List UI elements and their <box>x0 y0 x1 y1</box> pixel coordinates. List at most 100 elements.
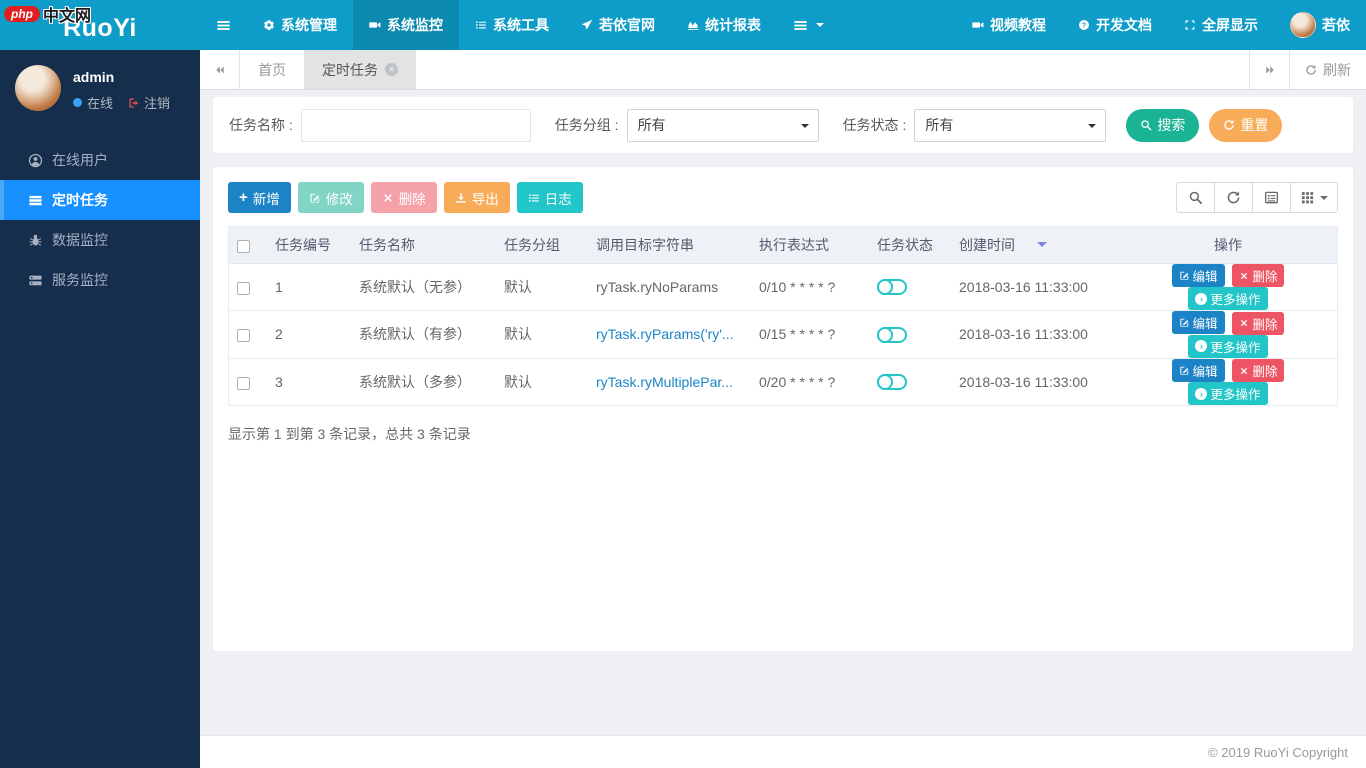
table-row: 3 系统默认（多参） 默认 ryTask.ryMultiplePar... 0/… <box>229 358 1337 405</box>
task-name-input[interactable] <box>301 109 531 142</box>
nav-system-manage[interactable]: 系统管理 <box>247 0 353 50</box>
row-more-button[interactable]: ›更多操作 <box>1188 382 1267 405</box>
video-camera-icon <box>972 19 984 31</box>
row-delete-button[interactable]: 删除 <box>1232 359 1284 382</box>
row-delete-button[interactable]: 删除 <box>1232 312 1284 335</box>
tasks-table: 任务编号 任务名称 任务分组 调用目标字符串 执行表达式 任务状态 创建时间 操… <box>228 226 1338 406</box>
nav-dev-docs[interactable]: ? 开发文档 <box>1062 0 1168 50</box>
refresh-tab-button[interactable]: 刷新 <box>1289 50 1366 89</box>
arrow-circle-right-icon: › <box>1195 340 1207 352</box>
logout-link[interactable]: 注销 <box>128 93 170 112</box>
create-time: 2018-03-16 11:33:00 <box>951 358 1119 405</box>
delete-button[interactable]: 删除 <box>371 182 437 213</box>
edit-button[interactable]: 修改 <box>298 182 364 213</box>
col-task-group: 任务分组 <box>496 227 588 263</box>
col-task-status: 任务状态 <box>869 227 951 263</box>
refresh-icon <box>1223 119 1235 131</box>
row-delete-button[interactable]: 删除 <box>1232 264 1284 287</box>
select-all-checkbox[interactable] <box>237 240 250 253</box>
table-header-row: 任务编号 任务名称 任务分组 调用目标字符串 执行表达式 任务状态 创建时间 操… <box>229 227 1337 263</box>
col-create-time[interactable]: 创建时间 <box>951 227 1119 263</box>
user-nickname: 若依 <box>1322 15 1350 35</box>
tasks-icon <box>28 193 43 208</box>
search-icon <box>1140 119 1152 131</box>
tab-scheduled-tasks[interactable]: 定时任务 × <box>304 50 416 89</box>
invoke-target-link[interactable]: ryTask.ryParams('ry'... <box>596 326 734 342</box>
table-refresh-button[interactable] <box>1214 182 1253 213</box>
logo-area: php 中文网 RuoYi <box>0 0 200 50</box>
row-edit-button[interactable]: 编辑 <box>1172 264 1225 287</box>
row-edit-button[interactable]: 编辑 <box>1172 311 1225 334</box>
page-content: 任务名称 : 任务分组 : 所有 任务状态 : 所有 搜索 <box>200 90 1366 735</box>
sidebar-item-online-users[interactable]: 在线用户 <box>0 140 200 180</box>
task-status-select[interactable]: 所有 <box>914 109 1106 142</box>
task-name-label: 任务名称 : <box>229 115 293 135</box>
invoke-target: ryTask.ryNoParams <box>588 263 751 311</box>
task-id: 1 <box>267 263 351 311</box>
status-toggle[interactable] <box>877 279 907 295</box>
sidebar-item-data-monitor[interactable]: 数据监控 <box>0 220 200 260</box>
send-icon <box>581 19 593 31</box>
nav-system-monitor[interactable]: 系统监控 <box>353 0 459 50</box>
nav-official-site[interactable]: 若依官网 <box>565 0 671 50</box>
sidebar-item-label: 服务监控 <box>52 270 108 290</box>
refresh-icon <box>1305 64 1317 76</box>
close-icon[interactable]: × <box>385 63 398 76</box>
row-checkbox[interactable] <box>237 377 250 390</box>
refresh-icon <box>1226 190 1241 205</box>
task-group-label: 任务分组 : <box>555 115 619 135</box>
table-controls-group <box>1176 182 1338 213</box>
table-toolbar: + 新增 修改 删除 导出 <box>228 182 1338 213</box>
avatar[interactable] <box>15 65 61 111</box>
sidebar-item-scheduled-tasks[interactable]: 定时任务 <box>0 180 200 220</box>
row-checkbox[interactable] <box>237 329 250 342</box>
download-icon <box>455 192 467 204</box>
table-search-button[interactable] <box>1176 182 1215 213</box>
table-row: 1 系统默认（无参） 默认 ryTask.ryNoParams 0/10 * *… <box>229 263 1337 311</box>
search-button[interactable]: 搜索 <box>1126 109 1199 142</box>
row-more-button[interactable]: ›更多操作 <box>1188 335 1267 358</box>
selected-option: 所有 <box>925 115 953 135</box>
nav-label: 视频教程 <box>990 15 1046 35</box>
col-task-name: 任务名称 <box>351 227 496 263</box>
nav-system-tools[interactable]: 系统工具 <box>459 0 565 50</box>
nav-more-menu[interactable] <box>777 0 840 50</box>
task-group: 默认 <box>496 358 588 405</box>
invoke-target-link[interactable]: ryTask.ryMultiplePar... <box>596 374 733 390</box>
table-columns-button[interactable] <box>1290 182 1338 213</box>
status-toggle[interactable] <box>877 327 907 343</box>
export-button[interactable]: 导出 <box>444 182 510 213</box>
list-icon <box>528 192 540 204</box>
row-more-button[interactable]: ›更多操作 <box>1188 287 1267 310</box>
nav-label: 系统管理 <box>281 15 337 35</box>
row-checkbox[interactable] <box>237 282 250 295</box>
tabs-scroll-right-button[interactable] <box>1249 50 1289 89</box>
bug-icon <box>28 233 43 248</box>
nav-user-menu[interactable]: 若依 <box>1274 0 1366 50</box>
video-camera-icon <box>369 19 381 31</box>
avatar <box>1290 12 1316 38</box>
arrow-circle-right-icon: › <box>1195 388 1207 400</box>
nav-video-tutorial[interactable]: 视频教程 <box>956 0 1062 50</box>
logout-icon <box>128 97 140 109</box>
tab-label: 定时任务 <box>322 60 378 80</box>
cron-expression: 0/20 * * * * ? <box>751 358 869 405</box>
sidebar-item-service-monitor[interactable]: 服务监控 <box>0 260 200 300</box>
nav-fullscreen[interactable]: 全屏显示 <box>1168 0 1274 50</box>
log-button[interactable]: 日志 <box>517 182 583 213</box>
reset-button[interactable]: 重置 <box>1209 109 1282 142</box>
tabs-scroll-left-button[interactable] <box>200 50 240 89</box>
fullscreen-icon <box>1184 19 1196 31</box>
nav-label: 系统工具 <box>493 15 549 35</box>
sidebar: admin 在线 注销 在线用户 定时任务 <box>0 50 200 768</box>
status-toggle[interactable] <box>877 374 907 390</box>
nav-statistics[interactable]: 统计报表 <box>671 0 777 50</box>
table-detail-view-button[interactable] <box>1252 182 1291 213</box>
tab-home[interactable]: 首页 <box>240 50 304 89</box>
user-name: admin <box>73 69 170 85</box>
row-edit-button[interactable]: 编辑 <box>1172 359 1225 382</box>
sidebar-toggle-button[interactable] <box>200 0 247 50</box>
add-button[interactable]: + 新增 <box>228 182 291 213</box>
task-group-select[interactable]: 所有 <box>627 109 819 142</box>
sidebar-item-label: 在线用户 <box>52 150 108 170</box>
